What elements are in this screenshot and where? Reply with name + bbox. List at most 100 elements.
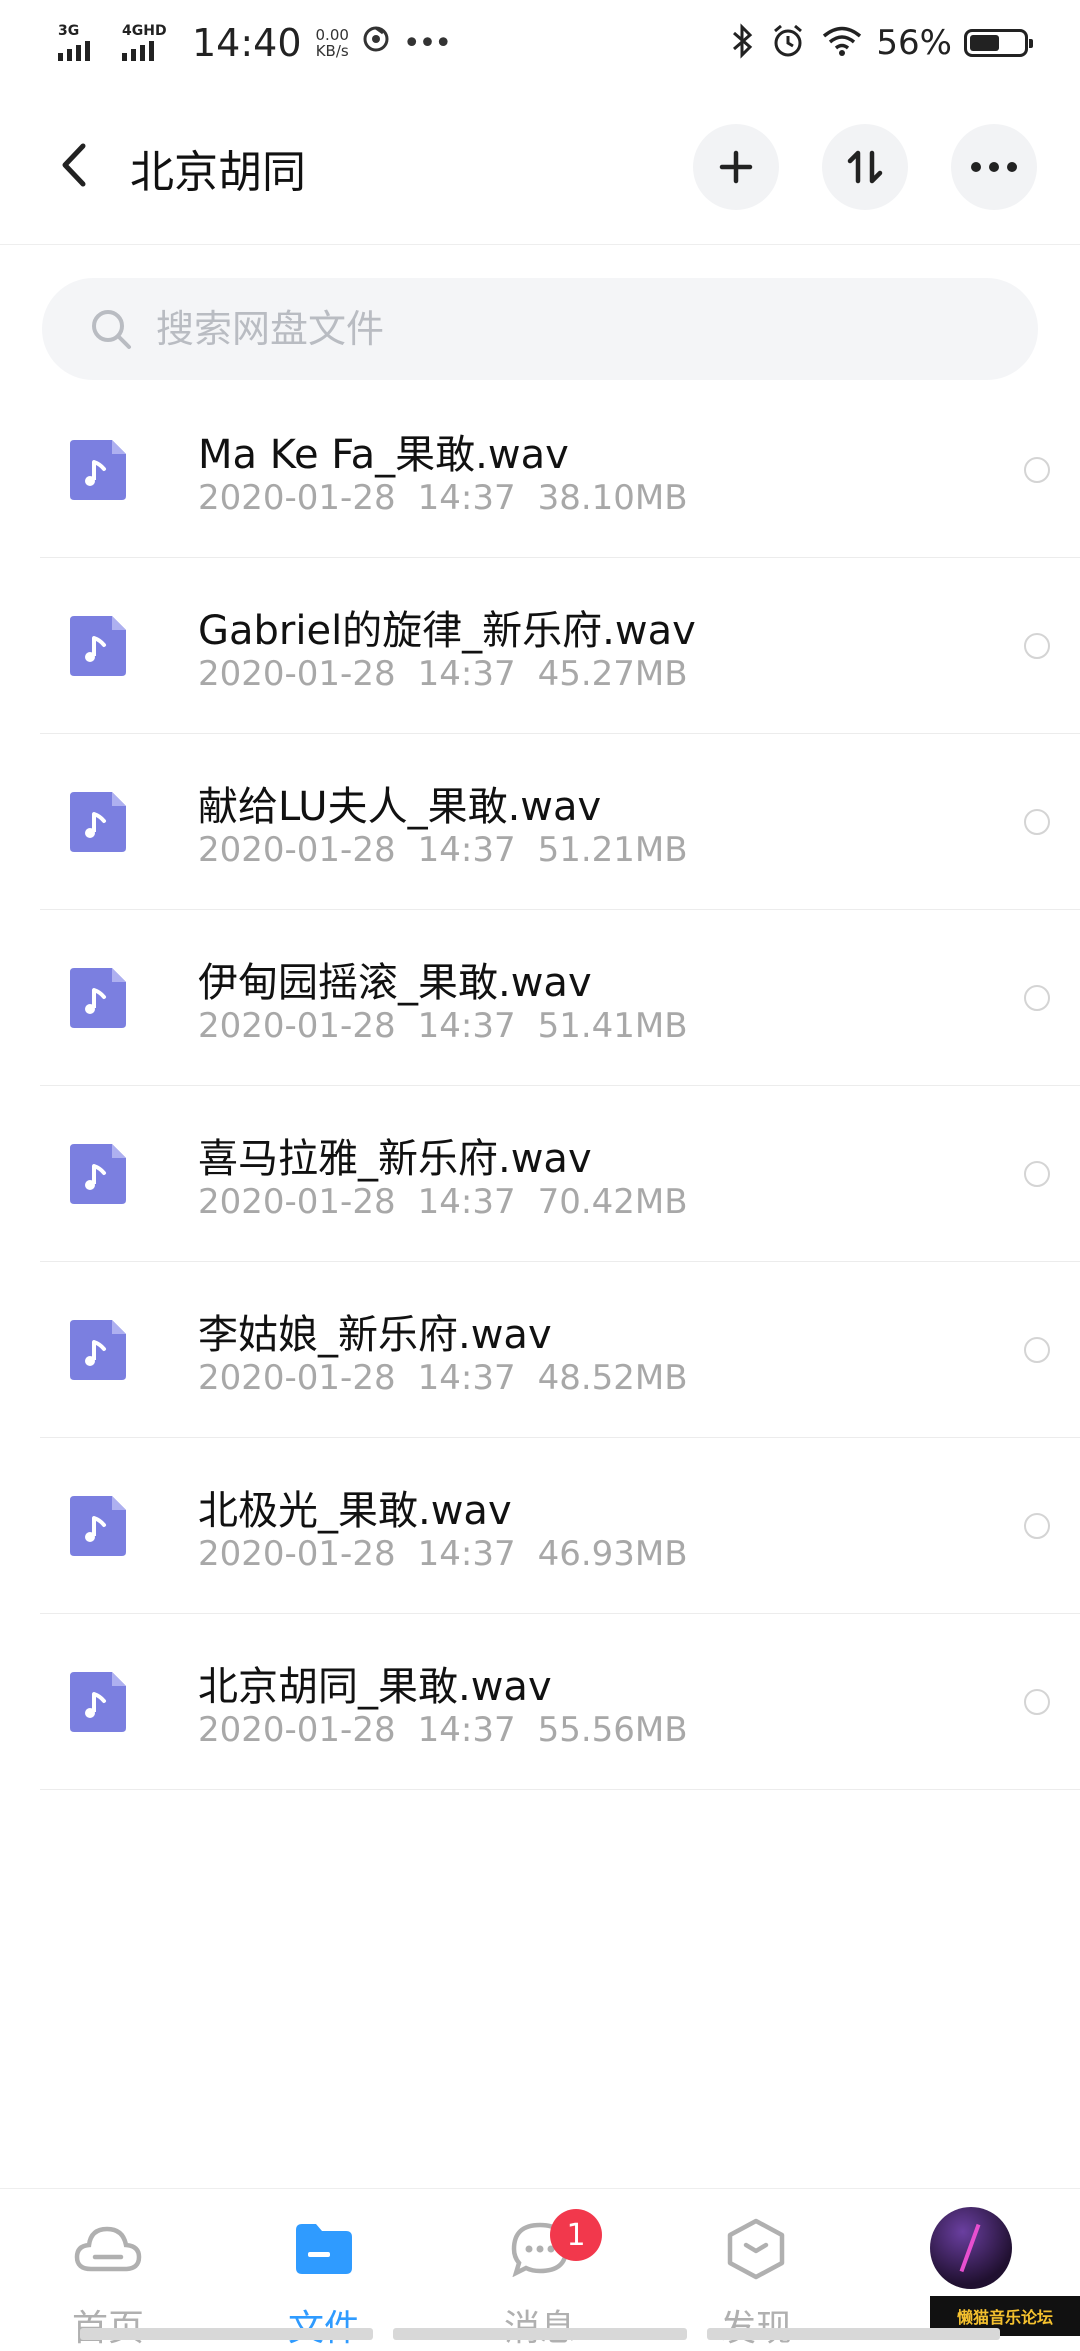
audio-file-icon xyxy=(70,440,126,500)
signal-3g-icon: 3G xyxy=(58,23,110,63)
file-row[interactable]: 献给LU夫人_果敢.wav 2020-01-28 14:37 51.21MB xyxy=(40,734,1080,910)
select-checkbox[interactable] xyxy=(1024,633,1050,659)
status-time: 14:40 xyxy=(192,21,302,65)
speed-unit: KB/s xyxy=(315,42,349,60)
page-title: 北京胡同 xyxy=(130,147,306,198)
file-size: 46.93MB xyxy=(537,1534,688,1574)
file-name: 北京胡同_果敢.wav xyxy=(198,1664,552,1710)
file-time: 14:37 xyxy=(417,830,516,870)
file-date: 2020-01-28 xyxy=(198,830,396,870)
tab-discover-label: 发现 xyxy=(696,2299,816,2351)
audio-file-icon xyxy=(70,1144,126,1204)
file-meta: 2020-01-28 14:37 48.52MB xyxy=(198,1358,710,1398)
file-name: 北极光_果敢.wav xyxy=(198,1488,512,1534)
file-time: 14:37 xyxy=(417,1182,516,1222)
file-date: 2020-01-28 xyxy=(198,1006,396,1046)
search-bar[interactable] xyxy=(42,278,1038,380)
message-badge: 1 xyxy=(550,2209,602,2261)
folder-icon xyxy=(264,2209,384,2289)
audio-file-icon xyxy=(70,1496,126,1556)
search-input[interactable] xyxy=(154,306,958,352)
file-date: 2020-01-28 xyxy=(198,1358,396,1398)
tab-home-label: 首页 xyxy=(48,2299,168,2351)
audio-file-icon xyxy=(70,616,126,676)
select-checkbox[interactable] xyxy=(1024,1689,1050,1715)
file-size: 45.27MB xyxy=(537,654,688,694)
file-meta: 2020-01-28 14:37 51.41MB xyxy=(198,1006,710,1046)
file-time: 14:37 xyxy=(417,1358,516,1398)
file-time: 14:37 xyxy=(417,478,516,518)
file-row[interactable]: 喜马拉雅_新乐府.wav 2020-01-28 14:37 70.42MB xyxy=(40,1086,1080,1262)
select-checkbox[interactable] xyxy=(1024,1513,1050,1539)
file-name: 喜马拉雅_新乐府.wav xyxy=(198,1136,592,1182)
wifi-icon xyxy=(822,25,862,61)
file-row[interactable]: Gabriel的旋律_新乐府.wav 2020-01-28 14:37 45.27MB xyxy=(40,558,1080,734)
select-checkbox[interactable] xyxy=(1024,457,1050,483)
file-time: 14:37 xyxy=(417,654,516,694)
add-button[interactable] xyxy=(693,124,779,210)
file-time: 14:37 xyxy=(417,1006,516,1046)
file-row[interactable]: Ma Ke Fa_果敢.wav 2020-01-28 14:37 38.10MB xyxy=(40,382,1080,558)
file-time: 14:37 xyxy=(417,1710,516,1750)
sort-icon xyxy=(847,150,883,184)
file-row[interactable]: 伊甸园摇滚_果敢.wav 2020-01-28 14:37 51.41MB xyxy=(40,910,1080,1086)
select-checkbox[interactable] xyxy=(1024,985,1050,1011)
more-dots-icon xyxy=(971,162,1017,172)
sync-icon xyxy=(361,24,391,62)
file-size: 51.41MB xyxy=(537,1006,688,1046)
file-name: 李姑娘_新乐府.wav xyxy=(198,1312,552,1358)
more-button[interactable] xyxy=(951,124,1037,210)
chevron-left-icon xyxy=(62,143,86,187)
file-row[interactable]: 北极光_果敢.wav 2020-01-28 14:37 46.93MB xyxy=(40,1438,1080,1614)
audio-file-icon xyxy=(70,1320,126,1380)
select-checkbox[interactable] xyxy=(1024,1161,1050,1187)
header: 北京胡同 xyxy=(0,84,1080,245)
select-checkbox[interactable] xyxy=(1024,809,1050,835)
file-name: 献给LU夫人_果敢.wav xyxy=(198,784,602,830)
bottom-tab-bar: 首页 文件 消息 1 发现 xyxy=(0,2188,1080,2349)
file-row[interactable]: 李姑娘_新乐府.wav 2020-01-28 14:37 48.52MB xyxy=(40,1262,1080,1438)
file-size: 48.52MB xyxy=(537,1358,688,1398)
gesture-bar xyxy=(80,2328,1000,2340)
file-size: 70.42MB xyxy=(537,1182,688,1222)
speed-value: 0.00 xyxy=(315,26,349,44)
file-date: 2020-01-28 xyxy=(198,654,396,694)
file-size: 51.21MB xyxy=(537,830,688,870)
file-meta: 2020-01-28 14:37 38.10MB xyxy=(198,478,710,518)
audio-file-icon xyxy=(70,968,126,1028)
file-name: Ma Ke Fa_果敢.wav xyxy=(198,432,569,478)
file-meta: 2020-01-28 14:37 45.27MB xyxy=(198,654,710,694)
file-name: 伊甸园摇滚_果敢.wav xyxy=(198,960,592,1006)
file-meta: 2020-01-28 14:37 55.56MB xyxy=(198,1710,710,1750)
audio-file-icon xyxy=(70,1672,126,1732)
plus-icon xyxy=(719,150,753,184)
file-meta: 2020-01-28 14:37 51.21MB xyxy=(198,830,710,870)
file-list: Ma Ke Fa_果敢.wav 2020-01-28 14:37 38.10MB Gab… xyxy=(0,382,1080,1790)
net-label-4g: 4GHD xyxy=(122,23,167,39)
net-label-3g: 3G xyxy=(58,23,80,39)
cloud-icon xyxy=(48,2209,168,2289)
network-speed: 0.00 KB/s xyxy=(316,27,349,59)
file-meta: 2020-01-28 14:37 70.42MB xyxy=(198,1182,710,1222)
battery-percent: 56% xyxy=(876,23,952,63)
signal-4g-icon: 4GHD xyxy=(122,23,174,63)
file-row[interactable]: 北京胡同_果敢.wav 2020-01-28 14:37 55.56MB xyxy=(40,1614,1080,1790)
file-date: 2020-01-28 xyxy=(198,1534,396,1574)
status-bar: 3G 4GHD 14:40 0.00 KB/s ••• 56% xyxy=(0,0,1080,84)
tab-messages-label: 消息 xyxy=(480,2299,600,2351)
file-meta: 2020-01-28 14:37 46.93MB xyxy=(198,1534,710,1574)
bluetooth-icon xyxy=(730,23,754,63)
back-button[interactable] xyxy=(44,130,104,200)
file-date: 2020-01-28 xyxy=(198,1710,396,1750)
file-date: 2020-01-28 xyxy=(198,1182,396,1222)
search-icon xyxy=(88,306,134,352)
select-checkbox[interactable] xyxy=(1024,1337,1050,1363)
alarm-icon xyxy=(770,23,806,63)
file-time: 14:37 xyxy=(417,1534,516,1574)
battery-icon xyxy=(964,29,1033,57)
file-date: 2020-01-28 xyxy=(198,478,396,518)
discover-icon xyxy=(696,2209,816,2289)
file-size: 38.10MB xyxy=(537,478,688,518)
avatar[interactable] xyxy=(930,2207,1012,2289)
sort-button[interactable] xyxy=(822,124,908,210)
